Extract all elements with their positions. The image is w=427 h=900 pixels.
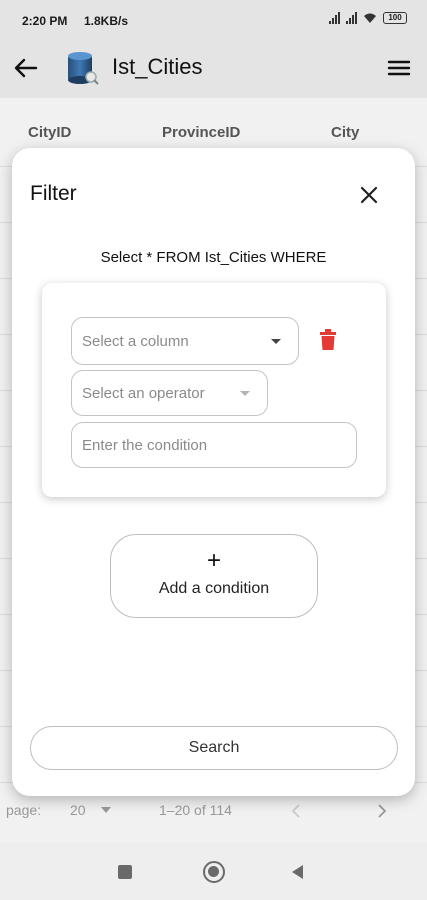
status-time: 2:20 PM — [22, 14, 68, 28]
rows-per-page-select[interactable]: 20 — [70, 802, 86, 818]
status-icons: 100 — [329, 12, 407, 24]
filter-dialog: Filter Select * FROM Ist_Cities WHERE Se… — [12, 148, 415, 796]
next-page-icon[interactable] — [377, 804, 387, 818]
database-icon — [68, 52, 99, 85]
column-select-placeholder: Select a column — [82, 332, 189, 350]
search-button[interactable]: Search — [30, 726, 398, 770]
status-bar: 2:20 PM 1.8KB/s 100 — [0, 0, 427, 38]
hamburger-menu-icon[interactable] — [385, 54, 413, 82]
condition-card: Select a column Select an operator — [42, 283, 386, 497]
chevron-down-icon — [240, 391, 250, 396]
query-prefix: Select * FROM Ist_Cities WHERE — [100, 249, 327, 266]
column-select[interactable]: Select a column — [71, 317, 299, 365]
column-header-provinceid[interactable]: ProvinceID — [162, 124, 240, 141]
chevron-down-icon[interactable] — [101, 807, 111, 813]
arrow-left-icon[interactable] — [12, 54, 40, 82]
app-bar: Ist_Cities — [0, 38, 427, 98]
wifi-icon — [364, 13, 376, 23]
home-icon[interactable] — [203, 861, 225, 883]
operator-select-placeholder: Select an operator — [82, 384, 205, 402]
rows-per-page-label: page: — [6, 802, 42, 818]
operator-select[interactable]: Select an operator — [71, 370, 268, 416]
pagination-bar: page: 20 1–20 of 114 — [0, 795, 427, 825]
page-range: 1–20 of 114 — [159, 802, 232, 818]
network-speed: 1.8KB/s — [84, 14, 129, 28]
page-title: Ist_Cities — [112, 54, 203, 79]
column-header-cityid[interactable]: CityID — [28, 124, 71, 141]
back-triangle-icon[interactable] — [292, 865, 303, 879]
trash-icon[interactable] — [319, 329, 337, 351]
signal-icon — [346, 12, 357, 24]
dialog-title: Filter — [30, 182, 77, 205]
add-condition-button[interactable]: + Add a condition — [110, 534, 318, 618]
recent-apps-icon[interactable] — [118, 865, 132, 879]
add-condition-label: Add a condition — [158, 580, 270, 597]
chevron-down-icon — [271, 339, 281, 344]
previous-page-icon[interactable] — [291, 804, 301, 818]
column-header-city[interactable]: City — [331, 124, 359, 141]
plus-icon: + — [206, 547, 221, 574]
battery-icon: 100 — [383, 12, 407, 24]
signal-icon — [329, 12, 340, 24]
condition-input[interactable] — [71, 422, 357, 468]
close-icon[interactable] — [356, 182, 382, 208]
system-nav-bar — [0, 843, 427, 900]
